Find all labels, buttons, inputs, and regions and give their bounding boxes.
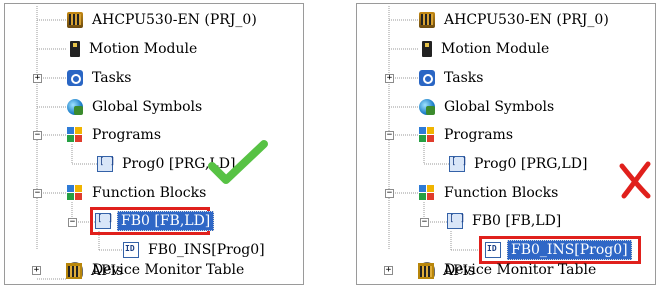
tree-item-label: Motion Module	[441, 41, 550, 57]
tree-item-label-selected: FB0_INS[Prog0]	[507, 240, 632, 260]
tree-item-prog0[interactable]: Prog0 [PRG,LD]	[449, 153, 590, 175]
project-tree-right: AHCPU530-EN (PRJ_0) Motion Module + Task…	[356, 3, 656, 285]
tree-item-label: Motion Module	[89, 41, 198, 57]
expand-toggle-tasks[interactable]: +	[33, 74, 42, 83]
tree-item-global-symbols[interactable]: Global Symbols	[419, 96, 557, 118]
tree-item-function-blocks[interactable]: Function Blocks	[419, 182, 561, 204]
global-symbols-icon	[419, 99, 435, 115]
expand-toggle-apis[interactable]: +	[384, 266, 393, 275]
tree-item-fb0[interactable]: FB0 [FB,LD]	[95, 210, 215, 232]
tree-item-programs[interactable]: Programs	[419, 124, 516, 146]
tree-item-programs[interactable]: Programs	[67, 124, 164, 146]
pou-icon	[97, 156, 115, 172]
collapse-toggle-fb0[interactable]: −	[420, 218, 429, 227]
collapse-toggle-programs[interactable]: −	[33, 131, 42, 140]
tree-item-label: APIs	[91, 263, 124, 279]
tree-item-cpu[interactable]: AHCPU530-EN (PRJ_0)	[67, 9, 260, 31]
tree-item-apis[interactable]: APIs	[418, 262, 478, 280]
tree-item-label: Tasks	[92, 70, 132, 86]
tree-item-label: Prog0 [PRG,LD]	[474, 156, 588, 172]
tree-item-label: FB0_INS[Prog0]	[148, 242, 265, 258]
tree-item-function-blocks[interactable]: Function Blocks	[67, 182, 209, 204]
tree-item-motion-module[interactable]: Motion Module	[67, 38, 200, 60]
collapse-toggle-fb0[interactable]: −	[68, 218, 77, 227]
tree-item-label: AHCPU530-EN (PRJ_0)	[444, 12, 609, 28]
apis-icon	[418, 263, 434, 279]
tree-item-apis[interactable]: APIs	[66, 262, 126, 280]
pou-icon	[95, 213, 113, 229]
tree-item-fb0-instance[interactable]: FB0_INS[Prog0]	[123, 239, 268, 261]
tree-item-label: Global Symbols	[444, 99, 555, 115]
tree-item-motion-module[interactable]: Motion Module	[419, 38, 552, 60]
check-mark-icon	[208, 140, 268, 184]
tree-item-cpu[interactable]: AHCPU530-EN (PRJ_0)	[419, 9, 612, 31]
folder-icon	[67, 185, 83, 201]
folder-icon	[419, 185, 435, 201]
tree-item-fb0-instance[interactable]: FB0_INS[Prog0]	[485, 239, 632, 261]
global-symbols-icon	[67, 99, 83, 115]
tree-item-global-symbols[interactable]: Global Symbols	[67, 96, 205, 118]
apis-icon	[66, 263, 82, 279]
tree-item-label: Global Symbols	[92, 99, 203, 115]
cpu-icon	[67, 12, 83, 28]
expand-toggle-tasks[interactable]: +	[385, 74, 394, 83]
instance-icon	[485, 242, 501, 258]
tree-item-label: Tasks	[444, 70, 484, 86]
motion-module-icon	[70, 41, 80, 57]
collapse-toggle-programs[interactable]: −	[385, 131, 394, 140]
pou-icon	[449, 156, 467, 172]
collapse-toggle-function-blocks[interactable]: −	[33, 189, 42, 198]
tree-item-label: AHCPU530-EN (PRJ_0)	[92, 12, 257, 28]
folder-icon	[67, 127, 83, 143]
cross-mark-icon	[619, 161, 651, 199]
tree-item-label-selected: FB0 [FB,LD]	[117, 211, 215, 231]
tasks-icon	[419, 70, 435, 86]
tree-item-tasks[interactable]: Tasks	[67, 67, 134, 89]
cpu-icon	[419, 12, 435, 28]
folder-icon	[419, 127, 435, 143]
tree-item-label: Function Blocks	[92, 185, 207, 201]
motion-module-icon	[422, 41, 432, 57]
expand-toggle-apis[interactable]: +	[32, 266, 41, 275]
tree-item-fb0[interactable]: FB0 [FB,LD]	[447, 210, 564, 232]
tree-item-tasks[interactable]: Tasks	[419, 67, 486, 89]
pou-icon	[447, 213, 465, 229]
tree-item-label: Programs	[444, 127, 514, 143]
collapse-toggle-function-blocks[interactable]: −	[385, 189, 394, 198]
tasks-icon	[67, 70, 83, 86]
tree-item-label: APIs	[443, 263, 476, 279]
tree-item-label: FB0 [FB,LD]	[472, 213, 562, 229]
instance-icon	[123, 242, 139, 258]
tree-item-label: Function Blocks	[444, 185, 559, 201]
tree-item-label: Programs	[92, 127, 162, 143]
